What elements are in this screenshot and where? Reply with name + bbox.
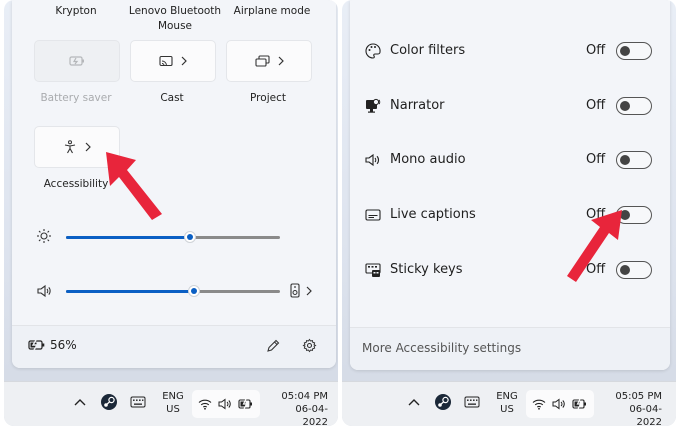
tile-caption-bluetooth: Lenovo Bluetooth Mouse (128, 5, 222, 32)
clock-date: 06-04-2022 (629, 404, 662, 426)
clock-date: 06-04-2022 (295, 404, 328, 426)
accessibility-flyout-screenshot: Color filters Off Narrator Off Mono audi… (342, 0, 676, 426)
volume-slider[interactable] (66, 285, 280, 297)
chevron-right-icon (278, 56, 284, 66)
accessibility-item-label: Color filters (390, 43, 466, 58)
speaker-icon (36, 284, 52, 298)
accessibility-tile[interactable] (34, 126, 120, 168)
gear-icon[interactable] (302, 338, 317, 353)
steam-icon[interactable] (100, 393, 118, 411)
accessibility-item-state: Off (586, 207, 606, 222)
language-code: ENG (162, 391, 184, 402)
brightness-slider-thumb[interactable] (184, 231, 196, 243)
project-icon (254, 55, 270, 67)
wifi-icon (198, 398, 212, 410)
clock-time: 05:05 PM (615, 391, 662, 402)
battery-charging-icon (572, 398, 588, 410)
accessibility-panel: Color filters Off Narrator Off Mono audi… (350, 0, 670, 370)
battery-charging-icon (238, 398, 254, 410)
taskbar: ENG US 05:04 PM 06-04-2022 (4, 381, 338, 426)
cast-label: Cast (160, 92, 184, 104)
steam-icon[interactable] (434, 393, 452, 411)
narrator-icon (364, 97, 382, 115)
volume-slider-thumb[interactable] (188, 285, 200, 297)
chevron-up-icon[interactable] (408, 398, 420, 406)
accessibility-item-label: Narrator (390, 98, 445, 113)
system-tray-group[interactable] (192, 390, 260, 418)
tile-caption-wifi: Krypton (55, 5, 97, 17)
sticky-keys-toggle[interactable] (616, 261, 652, 279)
volume-slider-fill (66, 290, 194, 293)
accessibility-item-label: Mono audio (390, 152, 466, 167)
tile-caption-airplane: Airplane mode (233, 5, 311, 17)
brightness-icon (36, 228, 52, 244)
accessibility-item-label: Sticky keys (390, 262, 463, 277)
accessibility-item-state: Off (586, 43, 606, 58)
accessibility-icon (63, 140, 77, 154)
keyboard-icon[interactable] (130, 396, 146, 408)
accessibility-item-state: Off (586, 152, 606, 167)
quick-settings-screenshot: Krypton Lenovo Bluetooth Mouse Airplane … (4, 0, 338, 426)
system-tray-group[interactable] (526, 390, 594, 418)
language-region: US (166, 404, 180, 415)
color-filters-toggle[interactable] (616, 42, 652, 60)
brightness-slider-fill (66, 236, 190, 239)
quick-settings-panel: Krypton Lenovo Bluetooth Mouse Airplane … (12, 0, 336, 368)
accessibility-label: Accessibility (43, 178, 109, 190)
speaker-icon (364, 151, 382, 169)
accessibility-row-sticky-keys: Sticky keys Off (350, 255, 670, 285)
captions-icon (364, 206, 382, 224)
battery-saver-tile[interactable] (34, 40, 120, 82)
keyboard-icon[interactable] (464, 396, 480, 408)
battery-percent: 56% (50, 338, 77, 352)
taskbar: ENG US 05:05 PM 06-04-2022 (342, 381, 676, 426)
brightness-slider[interactable] (66, 231, 280, 243)
battery-saver-label: Battery saver (40, 92, 112, 104)
accessibility-footer: More Accessibility settings (350, 327, 670, 370)
audio-output-button[interactable] (290, 283, 312, 298)
accessibility-row-narrator: Narrator Off (350, 91, 670, 121)
battery-status[interactable]: 56% (28, 338, 77, 352)
chevron-right-icon (306, 286, 312, 296)
language-code: ENG (496, 391, 518, 402)
cast-icon (159, 55, 173, 67)
project-label: Project (250, 92, 286, 104)
chevron-up-icon[interactable] (74, 398, 86, 406)
wifi-icon (532, 398, 546, 410)
live-captions-toggle[interactable] (616, 206, 652, 224)
language-indicator[interactable]: ENG US (492, 390, 522, 416)
accessibility-item-state: Off (586, 98, 606, 113)
taskbar-clock[interactable]: 05:04 PM 06-04-2022 (270, 390, 328, 426)
language-region: US (500, 404, 514, 415)
accessibility-item-label: Live captions (390, 207, 476, 222)
audio-device-icon (290, 283, 300, 298)
quick-settings-footer: 56% (12, 325, 336, 368)
sticky-keys-icon (364, 261, 382, 279)
battery-saver-icon (69, 55, 85, 67)
accessibility-row-live-captions: Live captions Off (350, 200, 670, 230)
accessibility-item-state: Off (586, 262, 606, 277)
palette-icon (364, 42, 382, 60)
accessibility-row-color-filters: Color filters Off (350, 36, 670, 66)
speaker-icon (552, 398, 566, 410)
chevron-right-icon (181, 56, 187, 66)
cast-tile[interactable] (130, 40, 216, 82)
accessibility-row-mono-audio: Mono audio Off (350, 145, 670, 175)
mono-audio-toggle[interactable] (616, 151, 652, 169)
more-accessibility-settings-link[interactable]: More Accessibility settings (362, 341, 521, 355)
battery-charging-icon (28, 339, 46, 351)
edit-pencil-icon[interactable] (266, 339, 280, 353)
taskbar-clock[interactable]: 05:05 PM 06-04-2022 (604, 390, 662, 426)
narrator-toggle[interactable] (616, 97, 652, 115)
chevron-right-icon (85, 142, 91, 152)
language-indicator[interactable]: ENG US (158, 390, 188, 416)
clock-time: 05:04 PM (281, 391, 328, 402)
speaker-icon (218, 398, 232, 410)
project-tile[interactable] (226, 40, 312, 82)
